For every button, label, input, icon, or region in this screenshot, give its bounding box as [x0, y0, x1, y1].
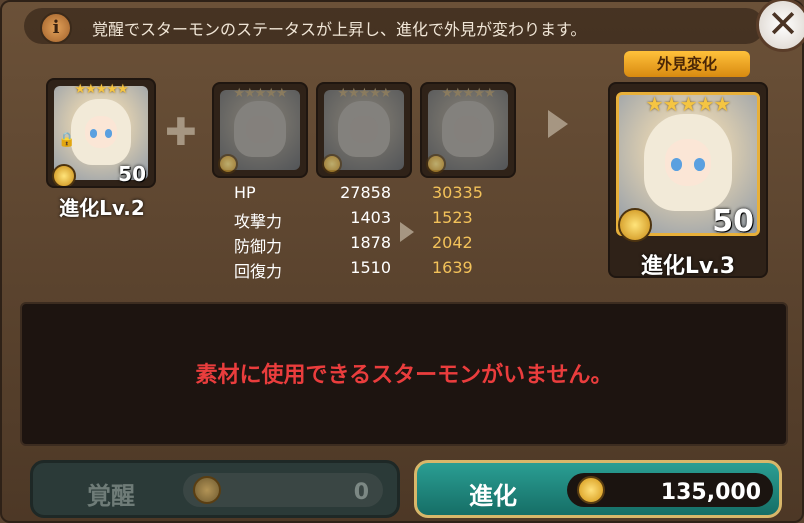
- stat-name: HP: [234, 183, 256, 202]
- material-slot[interactable]: ★★★★★: [212, 82, 308, 178]
- gold-coin-icon: [577, 476, 605, 504]
- stat-next: 1639: [432, 258, 473, 277]
- stat-next: 30335: [432, 183, 483, 202]
- current-evolution-label: 進化Lv.2: [59, 196, 145, 220]
- star-rating: ★★★★★: [645, 92, 732, 116]
- stat-row: 攻撃力 1403 1523: [226, 208, 486, 233]
- sun-element-icon: [218, 154, 238, 174]
- lock-icon: 🔒: [58, 132, 76, 148]
- info-icon[interactable]: i: [40, 12, 72, 44]
- evolve-cost-value: 135,000: [660, 480, 761, 505]
- stat-current: 27858: [340, 183, 391, 202]
- arrow-right-icon: [548, 110, 568, 138]
- sun-element-icon: [322, 154, 342, 174]
- stat-current: 1878: [350, 233, 391, 252]
- sun-element-icon: [52, 164, 76, 186]
- star-rating: ★★★★★: [233, 86, 287, 101]
- stat-name: 回復力: [234, 262, 283, 281]
- star-rating: ★★★★★: [337, 86, 391, 101]
- current-starmon-card[interactable]: ★★★★★ 🔒 50: [46, 78, 156, 188]
- info-text: 覚醒でスターモンのステータスが上昇し、進化で外見が変わります。: [92, 20, 587, 39]
- level-text: 50: [712, 204, 754, 239]
- result-starmon-card[interactable]: ★★★★★ 50 進化Lv.3: [608, 82, 768, 278]
- stat-table: HP 27858 30335 攻撃力 1403 1523 防御力 1878 20…: [226, 183, 486, 283]
- no-material-message: 素材に使用できるスターモンがいません。: [195, 363, 613, 388]
- awaken-label: 覚醒: [87, 482, 135, 510]
- material-slot[interactable]: ★★★★★: [420, 82, 516, 178]
- level-text: 50: [118, 162, 146, 186]
- material-slot[interactable]: ★★★★★: [316, 82, 412, 178]
- gold-coin-icon: [193, 476, 221, 504]
- awaken-button[interactable]: 覚醒 0: [30, 460, 400, 518]
- stat-name: 防御力: [234, 237, 283, 256]
- sun-element-icon: [618, 208, 652, 242]
- evolve-label: 進化: [469, 482, 517, 510]
- awaken-cost: 0: [183, 473, 383, 507]
- result-evolution-label: 進化Lv.3: [640, 254, 736, 278]
- star-rating: ★★★★★: [441, 86, 495, 101]
- stat-next: 2042: [432, 233, 473, 252]
- stat-row: 回復力 1510 1639: [226, 258, 486, 283]
- stat-current: 1403: [350, 208, 391, 227]
- evolve-button[interactable]: 進化 135,000: [414, 460, 782, 518]
- evolution-panel: i 覚醒でスターモンのステータスが上昇し、進化で外見が変わります。 ✕ ★★★★…: [0, 0, 804, 523]
- sun-element-icon: [426, 154, 446, 174]
- awaken-cost-value: 0: [353, 480, 369, 505]
- star-rating: ★★★★★: [74, 82, 128, 97]
- evolve-cost: 135,000: [567, 473, 773, 507]
- plus-icon: ✚: [165, 110, 197, 154]
- stat-row: HP 27858 30335: [226, 183, 486, 208]
- stat-name: 攻撃力: [234, 212, 283, 231]
- material-list-area: 素材に使用できるスターモンがいません。: [20, 302, 788, 446]
- stat-arrow-icon: [400, 222, 414, 242]
- stat-next: 1523: [432, 208, 473, 227]
- appearance-change-tag: 外見変化: [624, 51, 750, 77]
- stat-row: 防御力 1878 2042: [226, 233, 486, 258]
- stat-current: 1510: [350, 258, 391, 277]
- close-button[interactable]: ✕: [756, 0, 804, 52]
